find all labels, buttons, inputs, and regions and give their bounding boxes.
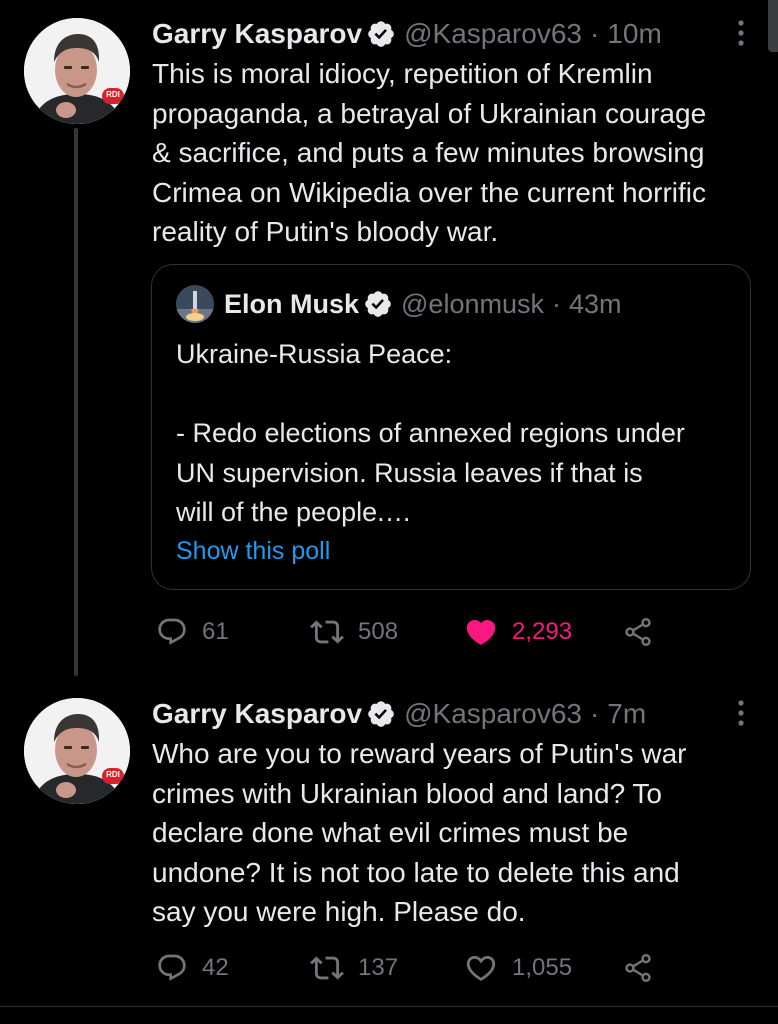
avatar-badge: RDI	[106, 770, 120, 779]
scrollbar-thumb[interactable]	[768, 0, 778, 52]
share-icon	[625, 954, 651, 982]
tweet-2[interactable]: RDI Garry Kasparov @Kasparov63 · 7m Who …	[0, 680, 778, 1006]
like-count: 1,055	[512, 954, 573, 981]
retweet-button[interactable]: 137	[310, 948, 398, 988]
author-name[interactable]: Garry Kasparov	[152, 18, 362, 50]
more-options-icon[interactable]	[736, 698, 746, 728]
retweet-icon	[310, 620, 344, 644]
tweet-text: Who are you to reward years of Putin's w…	[152, 738, 687, 927]
reply-icon	[158, 618, 186, 645]
avatar-badge: RDI	[106, 90, 120, 99]
reply-count: 42	[202, 954, 229, 981]
tweet-header: Garry Kasparov @Kasparov63 · 10m	[152, 16, 662, 52]
reply-icon	[158, 954, 186, 981]
retweet-button[interactable]: 508	[310, 612, 398, 652]
reply-button[interactable]: 42	[156, 948, 229, 988]
quoted-tweet[interactable]: Elon Musk @elonmusk · 43m Ukraine-Russia…	[151, 264, 751, 590]
heart-filled-icon	[466, 619, 496, 645]
author-handle[interactable]: @Kasparov63	[404, 698, 582, 730]
reply-button[interactable]: 61	[156, 612, 229, 652]
tweet-actions: 42 137 1,055	[152, 948, 672, 988]
quoted-timestamp: 43m	[568, 288, 622, 319]
quoted-header: Elon Musk @elonmusk · 43m	[224, 285, 622, 323]
retweet-count: 508	[358, 618, 399, 645]
retweet-count: 137	[358, 954, 399, 981]
separator-dot: ·	[589, 18, 600, 49]
like-button[interactable]: 1,055	[464, 948, 572, 988]
author-avatar[interactable]: RDI	[24, 18, 130, 124]
tweet-1[interactable]: RDI Garry Kasparov @Kasparov63 · 10m Thi…	[0, 0, 778, 680]
quoted-author-avatar	[176, 285, 214, 323]
tweet-text: This is moral idiocy, repetition of Krem…	[152, 58, 707, 247]
quoted-author-name: Elon Musk	[224, 288, 360, 319]
author-handle[interactable]: @Kasparov63	[404, 18, 582, 50]
more-options-icon[interactable]	[736, 18, 746, 48]
tweet-header: Garry Kasparov @Kasparov63 · 7m	[152, 696, 646, 732]
author-avatar[interactable]: RDI	[24, 698, 130, 804]
thread-line	[74, 128, 78, 676]
share-button[interactable]	[622, 612, 668, 652]
verified-badge-icon	[363, 289, 393, 319]
share-icon	[625, 618, 651, 646]
quoted-text: Ukraine-Russia Peace: - Redo elections o…	[176, 339, 685, 527]
divider	[0, 1006, 778, 1007]
verified-badge-icon	[366, 19, 396, 49]
tweet-actions: 61 508 2,293	[152, 612, 672, 652]
like-count: 2,293	[512, 618, 573, 645]
tweet-timestamp[interactable]: 7m	[607, 698, 646, 730]
verified-badge-icon	[366, 699, 396, 729]
share-button[interactable]	[622, 948, 668, 988]
author-name[interactable]: Garry Kasparov	[152, 698, 362, 730]
tweet-timestamp[interactable]: 10m	[607, 18, 661, 50]
like-button[interactable]: 2,293	[464, 612, 572, 652]
retweet-icon	[310, 956, 344, 980]
show-poll-link[interactable]: Show this poll	[176, 537, 330, 566]
heart-outline-icon	[466, 955, 496, 981]
separator-dot: ·	[551, 288, 561, 319]
quoted-author-handle: @elonmusk	[401, 288, 544, 319]
separator-dot: ·	[589, 698, 600, 729]
reply-count: 61	[202, 618, 229, 645]
